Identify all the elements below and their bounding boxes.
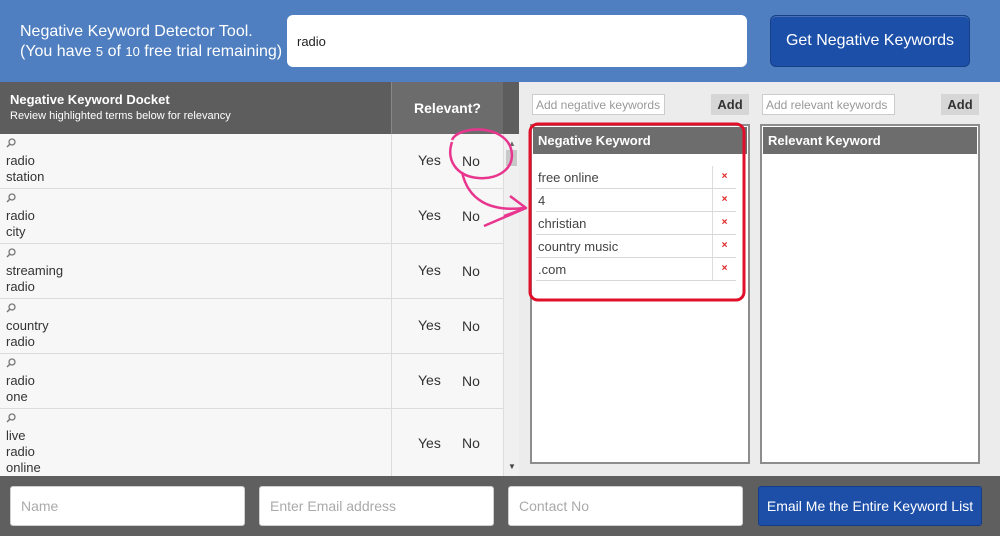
name-field[interactable] [10, 486, 245, 526]
search-icon [6, 138, 16, 148]
tool-title: Negative Keyword Detector Tool. (You hav… [20, 22, 282, 62]
add-relevant-keyword-button[interactable]: Add [941, 94, 979, 115]
search-icon [6, 193, 16, 203]
negative-keyword-item: country music × [536, 235, 736, 258]
relevant-keyword-header: Relevant Keyword [763, 127, 977, 154]
no-option[interactable]: No [462, 318, 480, 334]
contact-field[interactable] [508, 486, 743, 526]
add-relevant-keyword-input[interactable] [762, 94, 895, 115]
negative-keyword-text: christian [538, 216, 587, 231]
docket-keyword: country radio [6, 318, 49, 349]
scroll-down-icon[interactable]: ▼ [508, 462, 516, 471]
negative-keyword-text: free online [538, 170, 599, 185]
scroll-up-icon[interactable]: ▲ [508, 139, 516, 148]
yes-option[interactable]: Yes [418, 435, 441, 451]
trial-status: (You have 5 of 10 free trial remaining) [20, 43, 283, 60]
negative-keyword-item: free online × [536, 166, 736, 189]
docket-row: streaming radio Yes No [0, 244, 503, 299]
negative-keyword-text: 4 [538, 193, 546, 208]
header-bar: Negative Keyword Detector Tool. (You hav… [0, 0, 1000, 82]
relevant-column-header: Relevant? [391, 82, 503, 134]
docket-row: radio station Yes No [0, 134, 503, 189]
keyword-search-input[interactable] [287, 15, 747, 67]
docket-title: Negative Keyword Docket [10, 92, 170, 107]
trial-total-count: 10 [125, 44, 140, 59]
no-option[interactable]: No [462, 263, 480, 279]
docket-subtitle: Review highlighted terms below for relev… [10, 110, 231, 122]
docket-keyword: live radio online [6, 428, 41, 475]
yes-option[interactable]: Yes [418, 152, 441, 168]
docket-keyword: streaming radio [6, 263, 64, 294]
docket-row: live radio online Yes No [0, 409, 503, 476]
negative-keyword-item: 4 × [536, 189, 736, 212]
no-option[interactable]: No [462, 208, 480, 224]
docket-keyword: radio one [6, 373, 35, 404]
negative-keyword-header: Negative Keyword [533, 127, 747, 154]
search-icon [6, 358, 16, 368]
yes-option[interactable]: Yes [418, 317, 441, 333]
docket-row: radio one Yes No [0, 354, 503, 409]
no-option[interactable]: No [462, 435, 480, 451]
docket-row: radio city Yes No [0, 189, 503, 244]
get-negative-keywords-button[interactable]: Get Negative Keywords [770, 15, 970, 67]
keyword-panels: Add Add Negative Keyword free online × 4… [519, 82, 1000, 476]
negative-keyword-text: .com [538, 262, 567, 277]
docket-list: radio station Yes No radio city Yes No s… [0, 134, 503, 476]
negative-keyword-list: Negative Keyword free online × 4 × chris… [530, 124, 750, 464]
no-option[interactable]: No [462, 373, 480, 389]
no-option[interactable]: No [462, 153, 480, 169]
remove-icon[interactable]: × [712, 212, 736, 234]
yes-option[interactable]: Yes [418, 207, 441, 223]
negative-keyword-docket: Negative Keyword Docket Review highlight… [0, 82, 519, 476]
footer-bar: Email Me the Entire Keyword List [0, 476, 1000, 536]
remove-icon[interactable]: × [712, 258, 736, 280]
tool-title-line1: Negative Keyword Detector Tool. [20, 23, 253, 40]
docket-keyword: radio station [6, 153, 45, 184]
remove-icon[interactable]: × [712, 189, 736, 211]
docket-header: Negative Keyword Docket Review highlight… [0, 82, 519, 134]
search-icon [6, 303, 16, 313]
remove-icon[interactable]: × [712, 166, 736, 188]
scroll-thumb[interactable] [506, 150, 517, 166]
relevant-keyword-list: Relevant Keyword [760, 124, 980, 464]
yes-option[interactable]: Yes [418, 372, 441, 388]
add-negative-keyword-button[interactable]: Add [711, 94, 749, 115]
yes-option[interactable]: Yes [418, 262, 441, 278]
negative-keyword-item: .com × [536, 258, 736, 281]
negative-keyword-item: christian × [536, 212, 736, 235]
docket-keyword: radio city [6, 208, 35, 239]
search-icon [6, 248, 16, 258]
email-keyword-list-button[interactable]: Email Me the Entire Keyword List [758, 486, 982, 526]
docket-row: country radio Yes No [0, 299, 503, 354]
email-field[interactable] [259, 486, 494, 526]
negative-keyword-text: country music [538, 239, 619, 254]
search-icon [6, 413, 16, 423]
add-negative-keyword-input[interactable] [532, 94, 665, 115]
remove-icon[interactable]: × [712, 235, 736, 257]
docket-scrollbar[interactable]: ▲ ▼ [503, 134, 519, 476]
